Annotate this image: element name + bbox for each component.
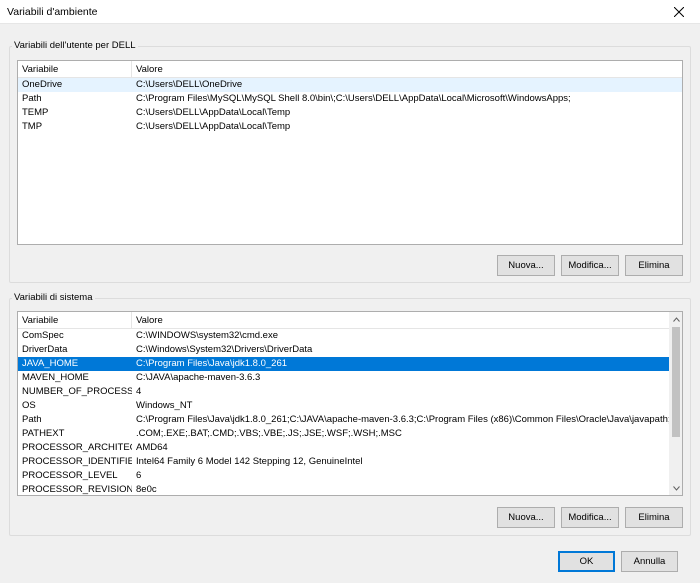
- table-row[interactable]: OneDrive C:\Users\DELL\OneDrive: [18, 78, 682, 92]
- variable-name: TEMP: [22, 107, 49, 118]
- system-edit-button[interactable]: Modifica...: [561, 507, 619, 528]
- table-row[interactable]: PROCESSOR_ARCHITECTU... AMD64: [18, 441, 669, 455]
- scroll-up-arrow[interactable]: [670, 312, 682, 326]
- chevron-down-icon: [673, 485, 680, 491]
- system-rows: ComSpec C:\WINDOWS\system32\cmd.exe Driv…: [18, 329, 669, 495]
- chevron-up-icon: [673, 316, 680, 322]
- variable-name: PROCESSOR_LEVEL: [22, 470, 118, 481]
- table-row[interactable]: ComSpec C:\WINDOWS\system32\cmd.exe: [18, 329, 669, 343]
- column-header-variable[interactable]: Variabile: [18, 312, 132, 329]
- variable-name: OneDrive: [22, 79, 63, 90]
- window-title: Variabili d'ambiente: [7, 6, 98, 18]
- user-variables-list[interactable]: Variabile Valore OneDrive C:\Users\DELL\…: [17, 60, 683, 245]
- close-button[interactable]: [658, 0, 700, 24]
- user-new-button[interactable]: Nuova...: [497, 255, 555, 276]
- variable-name: NUMBER_OF_PROCESSORS: [22, 386, 132, 397]
- system-list-header: Variabile Valore: [18, 312, 669, 329]
- variable-name: TMP: [22, 121, 43, 132]
- table-row[interactable]: TEMP C:\Users\DELL\AppData\Local\Temp: [18, 106, 682, 120]
- variable-value: C:\Users\DELL\OneDrive: [136, 79, 243, 90]
- variable-value: C:\Program Files\Java\jdk1.8.0_261: [136, 358, 288, 369]
- variable-value: C:\Program Files\MySQL\MySQL Shell 8.0\b…: [136, 93, 571, 104]
- cancel-button[interactable]: Annulla: [621, 551, 678, 572]
- table-row[interactable]: PROCESSOR_LEVEL 6: [18, 469, 669, 483]
- ok-button[interactable]: OK: [558, 551, 615, 572]
- table-row[interactable]: MAVEN_HOME C:\JAVA\apache-maven-3.6.3: [18, 371, 669, 385]
- system-variables-label: Variabili di sistema: [12, 292, 95, 303]
- variable-value: C:\Windows\System32\Drivers\DriverData: [136, 344, 313, 355]
- system-variables-list[interactable]: Variabile Valore ComSpec C:\WINDOWS\syst…: [17, 311, 683, 496]
- variable-value: C:\Users\DELL\AppData\Local\Temp: [136, 107, 291, 118]
- table-row[interactable]: NUMBER_OF_PROCESSORS 4: [18, 385, 669, 399]
- column-header-variable[interactable]: Variabile: [18, 61, 132, 78]
- table-row[interactable]: PROCESSOR_IDENTIFIER Intel64 Family 6 Mo…: [18, 455, 669, 469]
- user-edit-button[interactable]: Modifica...: [561, 255, 619, 276]
- variable-name: JAVA_HOME: [22, 358, 79, 369]
- column-header-value[interactable]: Valore: [132, 61, 682, 78]
- user-list-header: Variabile Valore: [18, 61, 682, 78]
- variable-name: PROCESSOR_ARCHITECTU...: [22, 442, 132, 453]
- table-row[interactable]: Path C:\Program Files\Java\jdk1.8.0_261;…: [18, 413, 669, 427]
- table-row[interactable]: TMP C:\Users\DELL\AppData\Local\Temp: [18, 120, 682, 134]
- title-bar: Variabili d'ambiente: [0, 0, 700, 24]
- variable-value: Intel64 Family 6 Model 142 Stepping 12, …: [136, 456, 363, 467]
- scrollbar-thumb[interactable]: [672, 327, 680, 437]
- user-delete-button[interactable]: Elimina: [625, 255, 683, 276]
- variable-name: Path: [22, 93, 42, 104]
- variable-value: 6: [136, 470, 142, 481]
- close-icon: [674, 7, 684, 17]
- variable-value: C:\JAVA\apache-maven-3.6.3: [136, 372, 261, 383]
- variable-name: ComSpec: [22, 330, 64, 341]
- system-delete-button[interactable]: Elimina: [625, 507, 683, 528]
- variable-name: PROCESSOR_IDENTIFIER: [22, 456, 132, 467]
- variable-value: .COM;.EXE;.BAT;.CMD;.VBS;.VBE;.JS;.JSE;.…: [136, 428, 402, 439]
- column-header-value[interactable]: Valore: [132, 312, 669, 329]
- variable-value: AMD64: [136, 442, 168, 453]
- vertical-scrollbar[interactable]: [669, 312, 682, 495]
- variable-value: Windows_NT: [136, 400, 193, 411]
- variable-value: 4: [136, 386, 142, 397]
- table-row[interactable]: PATHEXT .COM;.EXE;.BAT;.CMD;.VBS;.VBE;.J…: [18, 427, 669, 441]
- system-new-button[interactable]: Nuova...: [497, 507, 555, 528]
- table-row[interactable]: DriverData C:\Windows\System32\Drivers\D…: [18, 343, 669, 357]
- table-row[interactable]: PROCESSOR_REVISION 8e0c: [18, 483, 669, 495]
- table-row-selected[interactable]: JAVA_HOME C:\Program Files\Java\jdk1.8.0…: [18, 357, 669, 371]
- variable-name: PATHEXT: [22, 428, 65, 439]
- scroll-down-arrow[interactable]: [670, 481, 682, 495]
- variable-value: C:\Users\DELL\AppData\Local\Temp: [136, 121, 291, 132]
- variable-name: Path: [22, 414, 42, 425]
- variable-name: DriverData: [22, 344, 68, 355]
- variable-value: C:\Program Files\Java\jdk1.8.0_261;C:\JA…: [136, 414, 669, 425]
- variable-value: 8e0c: [136, 484, 157, 495]
- table-row[interactable]: Path C:\Program Files\MySQL\MySQL Shell …: [18, 92, 682, 106]
- user-variables-label: Variabili dell'utente per DELL: [12, 40, 138, 51]
- variable-name: OS: [22, 400, 36, 411]
- variable-value: C:\WINDOWS\system32\cmd.exe: [136, 330, 278, 341]
- variable-name: MAVEN_HOME: [22, 372, 89, 383]
- variable-name: PROCESSOR_REVISION: [22, 484, 132, 495]
- table-row[interactable]: OS Windows_NT: [18, 399, 669, 413]
